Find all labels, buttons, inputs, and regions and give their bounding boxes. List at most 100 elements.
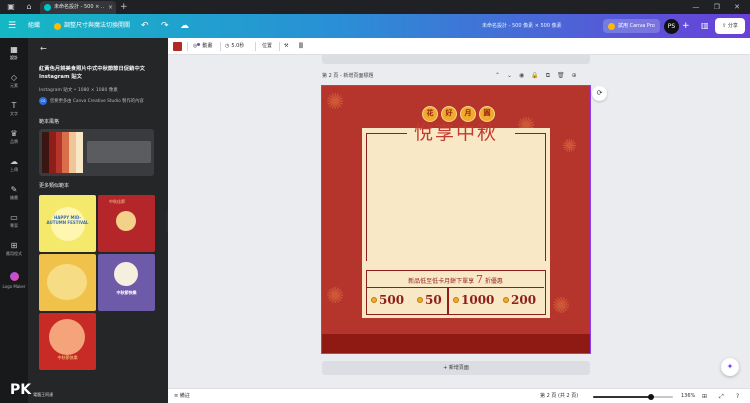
style-heading: 範本風格 (39, 119, 60, 125)
window-menu-icon[interactable]: ▣ (6, 2, 16, 12)
promo-divider (447, 288, 449, 314)
page-count[interactable]: 第 2 頁 (共 2 頁) (540, 391, 578, 402)
cloud-save-icon[interactable]: ☁ (180, 20, 189, 32)
help-icon[interactable]: ? (736, 391, 739, 402)
animate-button[interactable]: ◎ 動畫 (193, 40, 212, 53)
rail-label: 元素 (10, 83, 18, 88)
animate-icon: ◎ (193, 43, 198, 49)
zoom-percentage[interactable]: 136% (681, 391, 695, 402)
bottom-band (322, 334, 590, 353)
share-button[interactable]: ⇪ 分享 (715, 18, 745, 34)
duration-button[interactable]: ◷ 5.0秒 (225, 40, 244, 53)
rail-label: Logo Maker (2, 284, 26, 289)
creator-badge: CS (39, 97, 47, 105)
duration-label: 5.0秒 (231, 43, 245, 49)
template-thumbnail[interactable] (39, 254, 96, 311)
zoom-slider-handle[interactable] (647, 394, 654, 400)
author-text: 您要更多由 Canva Creative Studio 製作的內容 (50, 98, 144, 104)
template-author[interactable]: CS 您要更多由 Canva Creative Studio 製作的內容 (39, 97, 144, 105)
color-palette-stripes (42, 132, 83, 173)
resize-button[interactable]: 調整尺寸與魔法切換開關 (54, 20, 130, 32)
try-canva-pro-button[interactable]: 試用 Canva Pro (603, 19, 660, 33)
back-arrow-icon[interactable]: ← (40, 44, 47, 54)
template-style-card[interactable] (39, 129, 154, 176)
new-tab-button[interactable]: + (120, 1, 128, 13)
headline-text[interactable]: 悅享中秋 (404, 122, 508, 144)
insights-chart-icon[interactable]: ▥ (701, 20, 709, 32)
browser-tab[interactable]: 未命名設計 - 500 × ... × (40, 1, 116, 14)
template-thumbnail[interactable]: HAPPY MID-AUTUMN FESTIVAL (39, 195, 96, 252)
toolbar-divider (279, 42, 280, 51)
rail-item-draw[interactable]: ✎ 繪畫 (0, 184, 28, 206)
zoom-slider-fill (593, 396, 651, 398)
rail-item-apps[interactable]: ⊞ 應用程式 (0, 240, 28, 262)
promo-line: 新品低至低卡月餅下單享 7 折優惠 (367, 271, 544, 288)
notes-button[interactable]: ≡ 備註 (174, 391, 190, 402)
background-color-swatch[interactable] (173, 42, 182, 51)
promo-box[interactable]: 新品低至低卡月餅下單享 7 折優惠 500 50 1000 200 (366, 270, 546, 315)
palette-stripe (42, 132, 49, 173)
coin-icon (417, 297, 423, 303)
previous-page-edge[interactable] (322, 55, 590, 64)
close-tab-icon[interactable]: × (108, 3, 113, 12)
firework-decoration-icon: ✺ (562, 136, 578, 157)
title-badge: 花 (422, 106, 438, 122)
title-badges[interactable]: 花 好 月 圓 (422, 106, 495, 122)
comment-icon[interactable]: ⟳ (592, 86, 607, 101)
fullscreen-icon[interactable]: ⤢ (719, 391, 724, 402)
notes-icon: ≡ (174, 393, 179, 399)
template-thumbnail[interactable]: 中秋節快樂 (39, 313, 96, 370)
promo-prefix: 新品低至低卡月餅下單享 (408, 278, 475, 285)
canva-editor-window: ▣ ⌂ 未命名設計 - 500 × ... × + — ❐ ✕ ☰ 組織 調整尺… (0, 0, 750, 403)
user-avatar[interactable]: PS (664, 19, 679, 34)
window-controls[interactable]: — ❐ ✕ (692, 2, 746, 12)
home-icon[interactable]: ⌂ (24, 2, 34, 12)
rail-item-logo-maker[interactable]: Logo Maker (0, 272, 28, 294)
paint-format-icon[interactable]: ⚒ (284, 40, 288, 53)
document-title[interactable]: 未命名設計 - 500 像素 × 500 像素 (482, 20, 596, 32)
zoom-slider[interactable] (593, 394, 673, 400)
more-templates-heading: 更多類似範本 (39, 183, 70, 189)
rail-item-text[interactable]: T 文字 (0, 100, 28, 122)
rabbit-shape (47, 264, 87, 300)
add-page-button[interactable]: + 新增頁面 (322, 361, 590, 375)
amount-value: 200 (511, 293, 537, 307)
position-button[interactable]: 位置 (262, 40, 272, 53)
rail-item-projects[interactable]: ▭ 專案 (0, 212, 28, 234)
redo-icon[interactable]: ↷ (161, 20, 169, 32)
coupon-amount: 500 (371, 292, 404, 308)
toolbar-divider (187, 42, 188, 51)
template-thumbnail[interactable]: 中秋節快樂 (98, 254, 155, 311)
rail-label: 文字 (10, 111, 18, 116)
rail-item-design[interactable]: ▦ 設計 (0, 44, 28, 66)
palette-stripe (69, 132, 77, 173)
crown-icon (608, 22, 615, 30)
rail-item-upload[interactable]: ☁ 上傳 (0, 156, 28, 178)
brand-icon: ♛ (10, 129, 18, 138)
invite-plus-icon[interactable]: + (682, 20, 690, 32)
page-actions[interactable]: ⌃⌄◉🔒⧉🗑⊕ (495, 72, 584, 80)
transparency-icon[interactable]: ▒ (299, 40, 303, 53)
home-button[interactable]: 組織 (28, 20, 40, 32)
draw-icon: ✎ (10, 185, 18, 194)
firework-decoration-icon: ✺ (326, 284, 345, 309)
clock-icon: ◷ (225, 43, 230, 49)
palette-stripe (55, 132, 63, 173)
hamburger-menu-icon[interactable]: ☰ (6, 20, 18, 32)
editor-top-bar: ☰ 組織 調整尺寸與魔法切換開關 ↶ ↷ ☁ 未命名設計 - 500 像素 × … (0, 14, 750, 38)
bottom-status-bar: ≡ 備註 第 2 頁 (共 2 頁) 136% ⊞ ⤢ ? (168, 388, 750, 403)
resize-label: 調整尺寸與魔法切換開關 (64, 22, 131, 29)
template-thumbnail[interactable]: 中秋佳節 (98, 195, 155, 252)
title-badge: 圓 (479, 106, 495, 122)
design-canvas[interactable]: ✺ ✺ ✺ ✺ ✺ 花 好 月 圓 悅享中秋 新品低至低卡月餅下單享 7 折優惠… (321, 85, 591, 354)
rail-item-brand[interactable]: ♛ 品牌 (0, 128, 28, 150)
amount-value: 500 (379, 293, 405, 307)
rail-item-elements[interactable]: ◇ 元素 (0, 72, 28, 94)
undo-icon[interactable]: ↶ (141, 20, 149, 32)
toolbar-divider (220, 42, 221, 51)
rail-label: 上傳 (10, 167, 18, 172)
page-title-label[interactable]: 第 2 頁 - 新增頁面標題 (322, 72, 373, 80)
title-badge: 好 (441, 106, 457, 122)
magic-sparkle-icon[interactable]: ✦ (721, 358, 739, 376)
grid-view-icon[interactable]: ⊞ (702, 391, 707, 402)
